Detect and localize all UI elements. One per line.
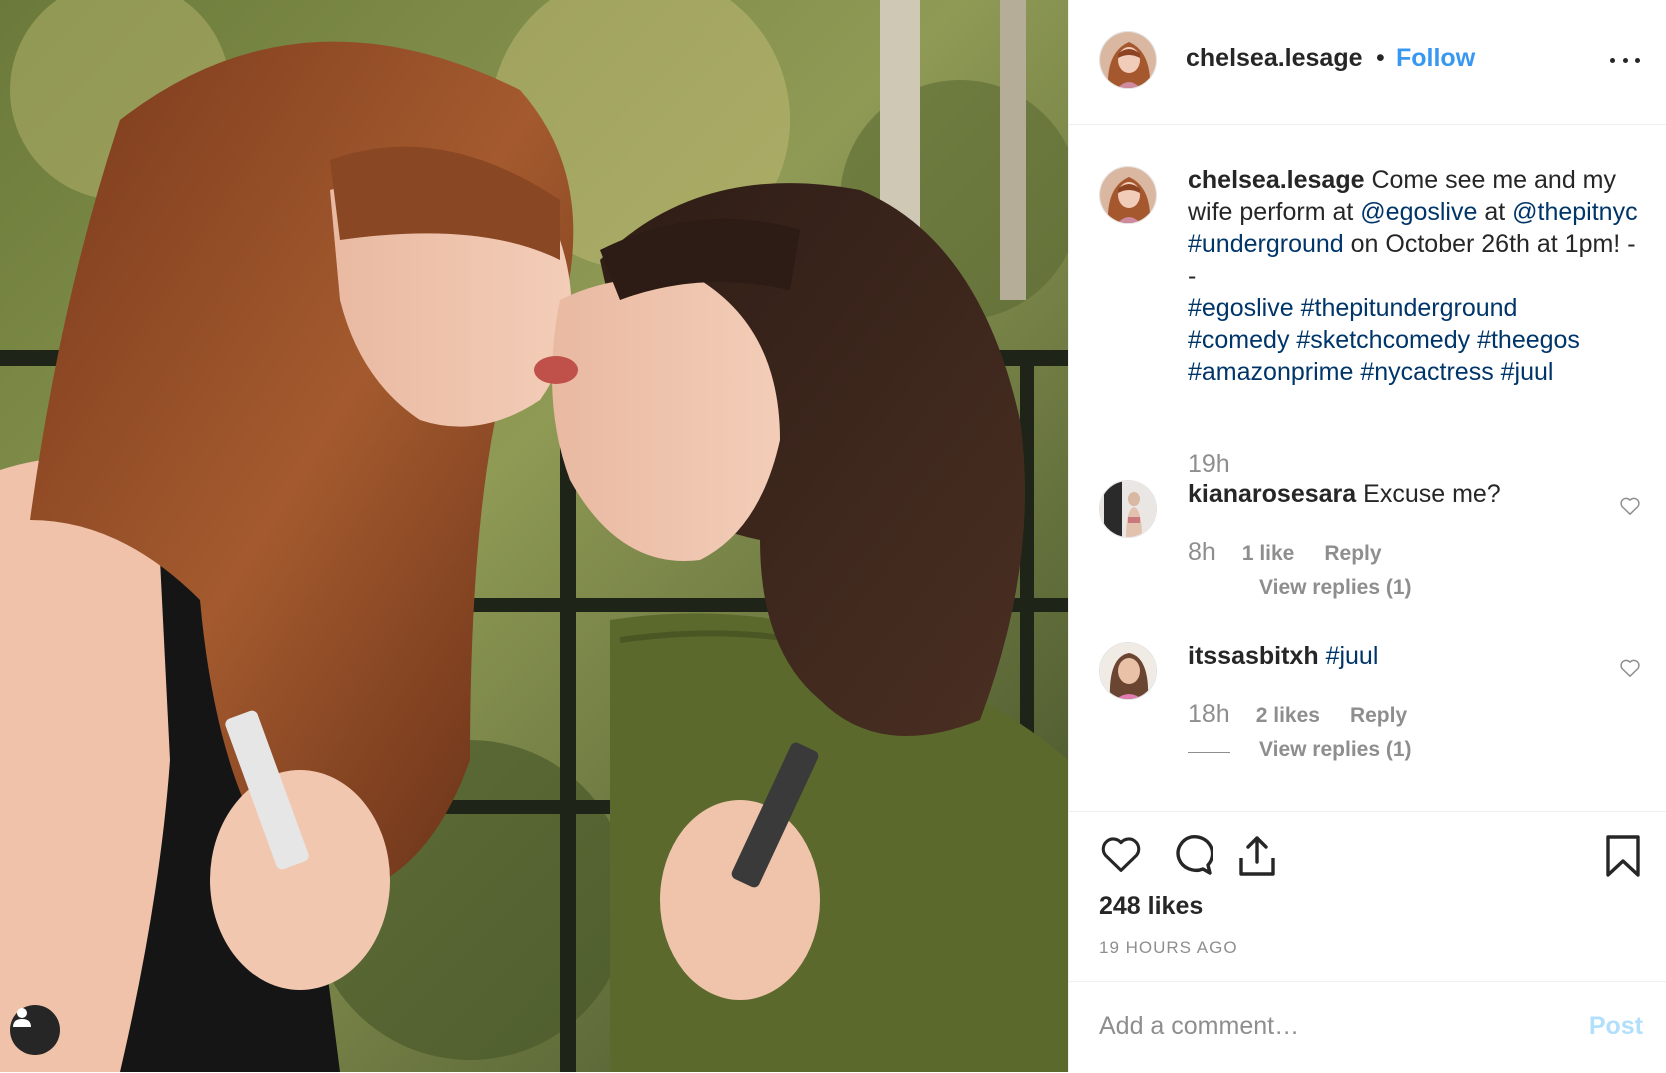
post-side-panel: chelsea.lesage • Follow chelsea.lesage C… [1068,0,1666,1072]
comment-icon[interactable] [1169,834,1213,876]
comment-item: itssasbitxh #juul 18h 2 likes Reply View… [1069,642,1666,772]
hashtag-link[interactable]: #thepitunderground [1301,294,1518,322]
reply-button[interactable]: Reply [1350,704,1407,728]
hashtag-link[interactable]: #juul [1501,358,1554,386]
comment-likes[interactable]: 2 likes [1256,704,1320,728]
hashtag-link[interactable]: #theegos [1477,326,1580,354]
hashtag-link[interactable]: #nycactress [1360,358,1493,386]
instagram-post: chelsea.lesage • Follow chelsea.lesage C… [0,0,1666,1072]
comment-meta: 8h 1 like Reply [1188,538,1382,567]
replies-divider [1188,752,1230,753]
share-icon[interactable] [1235,834,1279,878]
likes-count[interactable]: 248 likes [1099,892,1203,921]
comment-body: Excuse me? [1363,480,1501,508]
heart-icon[interactable] [1099,834,1143,874]
comment-like-icon[interactable] [1619,658,1641,678]
hashtag-link[interactable]: #sketchcomedy [1296,326,1470,354]
post-actions: 248 likes 19 HOURS AGO [1069,811,1666,982]
caption-text-part: at [1477,198,1513,226]
comment-text: kianarosesara Excuse me? [1188,480,1501,509]
add-comment-input[interactable] [1099,1004,1529,1048]
post-time-ago: 19 HOURS AGO [1099,938,1238,957]
caption-dash: - [1188,262,1197,290]
user-icon [13,1008,31,1027]
add-comment-bar: Post [1069,981,1666,1073]
bookmark-icon[interactable] [1605,834,1641,878]
hashtag-link[interactable]: #underground [1188,230,1344,258]
comment-likes[interactable]: 1 like [1242,542,1295,566]
comment-timestamp: 8h [1188,538,1216,566]
hashtag-link[interactable]: #comedy [1188,326,1289,354]
caption-avatar[interactable] [1099,166,1157,224]
comment-timestamp: 18h [1188,700,1230,728]
post-photo[interactable] [0,0,1068,1072]
caption-timestamp: 19h [1188,450,1230,478]
follow-button[interactable]: Follow [1396,44,1475,73]
author-username[interactable]: chelsea.lesage [1186,44,1363,73]
comment-like-icon[interactable] [1619,496,1641,516]
caption-text: chelsea.lesage Come see me and my wife p… [1188,164,1638,388]
hashtag-link[interactable]: #egoslive [1188,294,1294,322]
comment-meta: 18h 2 likes Reply [1188,700,1407,729]
comment-text: itssasbitxh #juul [1188,642,1378,671]
post-comment-button[interactable]: Post [1589,1012,1643,1041]
author-avatar[interactable] [1099,31,1157,89]
caption-text-part: on October 26th at 1pm! - [1343,230,1636,258]
commenter-avatar[interactable] [1099,642,1157,700]
separator-dot: • [1376,44,1385,72]
reply-button[interactable]: Reply [1324,542,1381,566]
tagged-users-button[interactable] [10,1005,60,1055]
post-photo-illustration [0,0,1068,1072]
mention-link[interactable]: @thepitnyc [1512,198,1637,226]
view-replies-button[interactable]: View replies (1) [1259,576,1412,600]
commenter-username[interactable]: itssasbitxh [1188,642,1319,670]
view-replies-button[interactable]: View replies (1) [1259,738,1412,762]
more-options-icon[interactable] [1610,52,1640,68]
post-header: chelsea.lesage • Follow [1069,0,1666,125]
caption-username[interactable]: chelsea.lesage [1188,166,1365,194]
commenter-avatar[interactable] [1099,480,1157,538]
commenter-username[interactable]: kianarosesara [1188,480,1356,508]
hashtag-link[interactable]: #juul [1326,642,1379,670]
hashtag-link[interactable]: #amazonprime [1188,358,1353,386]
comment-item: kianarosesara Excuse me? 8h 1 like Reply… [1069,480,1666,610]
mention-link[interactable]: @egoslive [1360,198,1477,226]
